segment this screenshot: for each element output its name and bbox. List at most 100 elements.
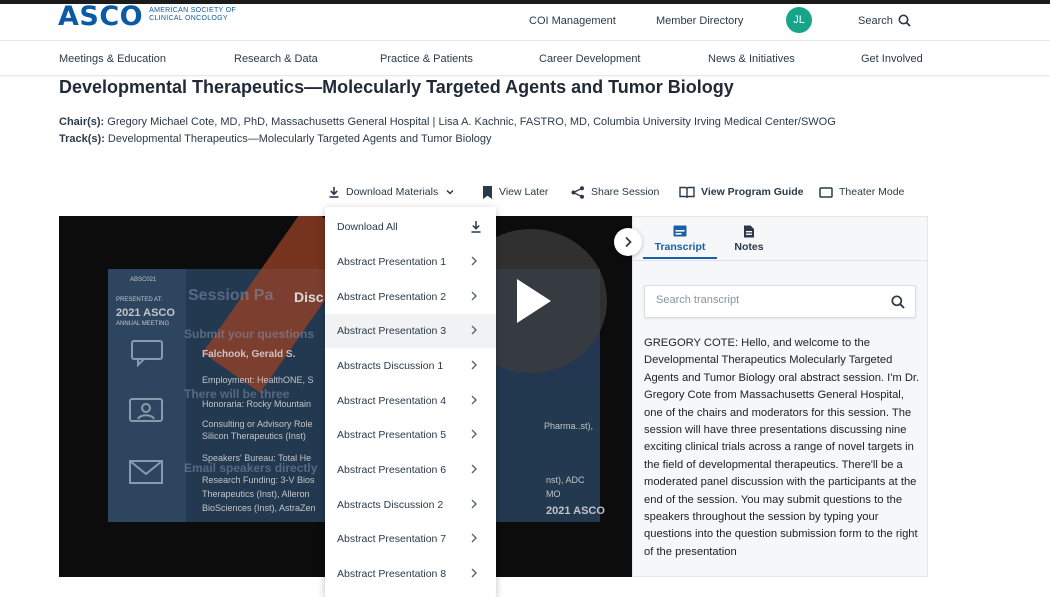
- share-icon: [571, 185, 584, 199]
- logo-sub-line2: CLINICAL ONCOLOGY: [149, 15, 228, 22]
- chevron-right-icon: [471, 325, 477, 335]
- transcript-text: GREGORY COTE: Hello, and welcome to the …: [644, 337, 920, 558]
- nav-get-involved[interactable]: Get Involved: [861, 53, 923, 65]
- abstract-presentation-5-item[interactable]: Abstract Presentation 5: [325, 418, 496, 452]
- view-later-button[interactable]: View Later: [482, 184, 548, 200]
- abstract-presentation-1-item[interactable]: Abstract Presentation 1: [325, 245, 496, 279]
- chevron-right-icon: [471, 568, 477, 578]
- download-all-label: Download All: [337, 221, 398, 233]
- chevron-right-icon: [471, 256, 477, 266]
- menu-item-label: Abstract Presentation 7: [337, 533, 447, 545]
- slide-heading2: Disc: [294, 289, 324, 305]
- chevron-right-icon: [471, 464, 477, 474]
- slide-biosciences: BioSciences (Inst), AstraZen: [202, 503, 316, 513]
- slide-footer-logo: 2021 ASCO: [546, 505, 605, 517]
- chevron-right-icon: [471, 395, 477, 405]
- slide-employment: Employment: HealthONE, S: [202, 375, 314, 385]
- nav-news-initiatives[interactable]: News & Initiatives: [708, 53, 795, 65]
- theater-mode-icon: [819, 186, 833, 198]
- abstract-presentation-2-item[interactable]: Abstract Presentation 2: [325, 280, 496, 314]
- nav-career-development[interactable]: Career Development: [539, 53, 641, 65]
- chairs-line: Chair(s): Gregory Michael Cote, MD, PhD,…: [59, 116, 836, 128]
- download-materials-menu: Download All Abstract Presentation 1 Abs…: [325, 207, 496, 597]
- collapse-panel-button[interactable]: [614, 228, 642, 256]
- slide-ghost-3: Email speakers directly: [184, 461, 318, 475]
- slide-honoraria: Honoraria: Rocky Mountain: [202, 399, 312, 409]
- presenter-icon: [129, 398, 163, 422]
- slide-presented-at: PRESENTED AT:: [116, 297, 163, 303]
- track-line: Track(s): Developmental Therapeutics—Mol…: [59, 133, 492, 145]
- site-header: ASCO AMERICAN SOCIETY OF CLINICAL ONCOLO…: [0, 1, 1050, 41]
- download-materials-button[interactable]: Download Materials: [328, 184, 461, 200]
- menu-item-label: Abstract Presentation 2: [337, 291, 447, 303]
- download-materials-label: Download Materials: [346, 186, 439, 198]
- menu-item-label: Abstract Presentation 3: [337, 325, 447, 337]
- slide-ghost-1: Submit your questions: [184, 327, 315, 341]
- theater-mode-label: Theater Mode: [839, 186, 905, 198]
- transcript-icon: [673, 225, 687, 237]
- view-program-guide-label: View Program Guide: [701, 186, 804, 198]
- nav-practice-patients[interactable]: Practice & Patients: [380, 53, 473, 65]
- abstract-presentation-3-item[interactable]: Abstract Presentation 3: [325, 314, 496, 348]
- coi-management-link[interactable]: COI Management: [529, 15, 616, 27]
- slide-annual: ANNUAL MEETING: [116, 321, 170, 327]
- tab-transcript-label: Transcript: [654, 241, 706, 253]
- slide-heading: Session Pa: [188, 287, 274, 304]
- tab-notes[interactable]: Notes: [729, 225, 769, 259]
- asco-logo[interactable]: ASCO AMERICAN SOCIETY OF CLINICAL ONCOLO…: [58, 1, 236, 32]
- logo-wordmark: ASCO: [58, 1, 144, 32]
- transcript-panel: Transcript Notes GREGORY COTE: Hello, an…: [632, 216, 928, 577]
- bookmark-icon: [483, 185, 492, 199]
- menu-item-label: Abstract Presentation 6: [337, 464, 447, 476]
- search-transcript-input[interactable]: [656, 294, 876, 306]
- abstract-presentation-6-item[interactable]: Abstract Presentation 6: [325, 453, 496, 487]
- header-search-button[interactable]: Search: [858, 14, 911, 27]
- share-session-label: Share Session: [591, 186, 660, 198]
- tab-divider: [633, 260, 927, 261]
- book-icon: [679, 186, 695, 198]
- transcript-search[interactable]: [644, 285, 916, 318]
- menu-item-label: Abstract Presentation 1: [337, 256, 447, 268]
- abstract-presentation-4-item[interactable]: Abstract Presentation 4: [325, 384, 496, 418]
- slide-badge: ABSC021: [130, 277, 157, 283]
- download-icon: [329, 187, 339, 198]
- avatar[interactable]: JL: [786, 7, 812, 33]
- chevron-right-icon: [471, 291, 477, 301]
- download-icon: [471, 221, 481, 233]
- chevron-right-icon: [471, 360, 477, 370]
- slide-silicon: Silicon Therapeutics (Inst): [202, 431, 306, 441]
- slide-adc: nst), ADC: [546, 475, 585, 485]
- slide-mo: MO: [546, 489, 561, 499]
- chevron-right-icon: [625, 236, 632, 248]
- share-session-button[interactable]: Share Session: [571, 184, 659, 200]
- abstract-presentation-7-item[interactable]: Abstract Presentation 7: [325, 522, 496, 556]
- menu-item-label: Abstract Presentation 4: [337, 395, 447, 407]
- menu-item-label: Abstracts Discussion 2: [337, 499, 444, 511]
- abstracts-discussion-2-item[interactable]: Abstracts Discussion 2: [325, 488, 496, 522]
- slide-pharma: Pharma..st),: [544, 421, 594, 431]
- track-value: Developmental Therapeutics—Molecularly T…: [107, 133, 492, 145]
- tab-notes-label: Notes: [734, 241, 764, 253]
- abstracts-discussion-1-item[interactable]: Abstracts Discussion 1: [325, 349, 496, 383]
- menu-item-label: Abstract Presentation 5: [337, 429, 447, 441]
- view-later-label: View Later: [499, 186, 549, 198]
- chevron-right-icon: [471, 533, 477, 543]
- tab-transcript[interactable]: Transcript: [643, 225, 717, 259]
- logo-subtitle: AMERICAN SOCIETY OF CLINICAL ONCOLOGY: [149, 7, 236, 23]
- menu-item-label: Abstract Presentation 8: [337, 568, 447, 580]
- slide-speaker: Falchook, Gerald S.: [202, 349, 296, 360]
- search-icon: [898, 14, 911, 27]
- slide-year-logo: 2021 ASCO: [116, 307, 175, 319]
- search-icon: [891, 295, 905, 309]
- theater-mode-button[interactable]: Theater Mode: [819, 184, 904, 200]
- nav-meetings-education[interactable]: Meetings & Education: [59, 53, 166, 65]
- view-program-guide-button[interactable]: View Program Guide: [679, 184, 804, 200]
- header-search-label: Search: [858, 14, 893, 27]
- chevron-down-icon: [446, 189, 454, 195]
- mail-icon: [129, 460, 163, 484]
- chairs-label: Chair(s):: [59, 116, 105, 128]
- member-directory-link[interactable]: Member Directory: [656, 15, 743, 27]
- abstract-presentation-8-item[interactable]: Abstract Presentation 8: [325, 557, 496, 591]
- nav-research-data[interactable]: Research & Data: [234, 53, 318, 65]
- download-all-item[interactable]: Download All: [325, 210, 496, 244]
